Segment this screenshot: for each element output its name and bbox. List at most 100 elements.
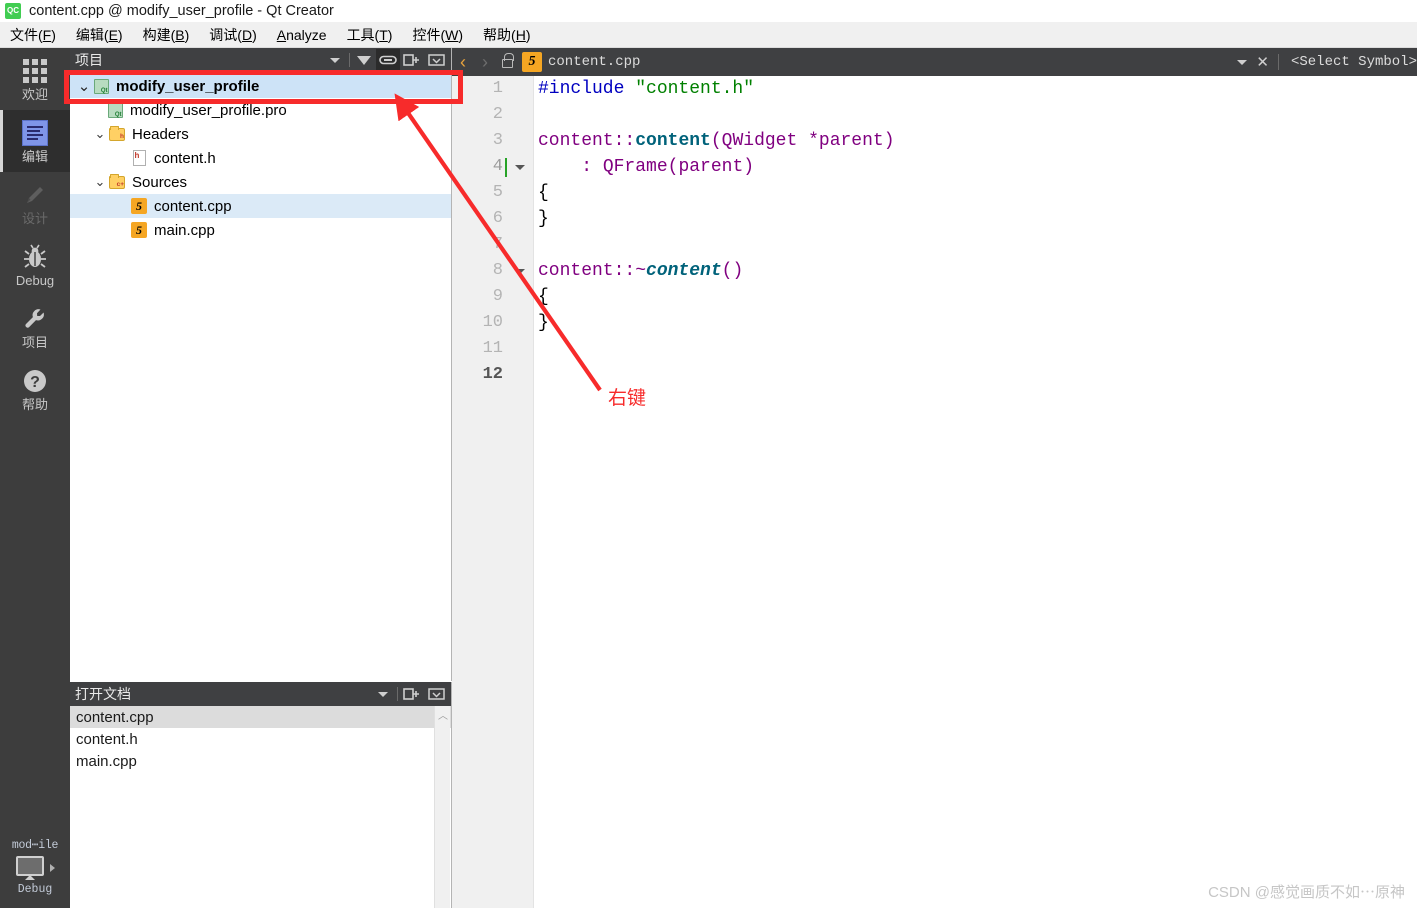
window-title: content.cpp @ modify_user_profile - Qt C… [29,3,334,19]
folder-cpp-icon: c+ [108,173,126,189]
code-token: content [538,261,614,281]
documents-split-button[interactable] [400,683,424,705]
menu-file[interactable]: 文件(F) [0,23,66,47]
expand-chevron-icon[interactable]: ⌄ [76,77,92,95]
menu-tools[interactable]: 工具(T) [337,23,403,47]
mode-projects[interactable]: 项目 [0,296,70,358]
project-panel-title: 项目 [75,52,103,68]
code-token: QFrame [602,157,668,177]
menu-window[interactable]: 控件(W) [402,23,473,47]
unlock-icon [501,53,514,68]
file-dropdown-button[interactable] [1237,59,1248,65]
tree-item-headers[interactable]: ⌄ h Headers [70,122,451,146]
mode-selector-bar: 欢迎 编辑 设计 Debug 项目 ? 帮助 mod⋯ile Debug [0,48,70,908]
line-number: 5 [492,183,503,202]
menu-edit[interactable]: 编辑(E) [66,23,133,47]
document-item-label: main.cpp [76,752,137,770]
expand-chevron-icon[interactable]: ⌄ [92,174,108,190]
tree-item-label: main.cpp [154,221,215,239]
code-line: : QFrame(parent) [538,154,1417,180]
code-line: { [538,284,1417,310]
run-config-project-name: mod⋯ile [11,839,59,852]
tree-item-label: Headers [132,125,189,143]
toolbar-separator [349,53,350,67]
tree-item-label: modify_user_profile.pro [130,101,287,119]
menu-analyze[interactable]: Analyze [267,25,337,45]
run-configuration-selector[interactable]: mod⋯ile Debug [0,837,70,896]
cpp-file-icon: 5 [522,52,542,72]
code-text-area[interactable]: #include "content.h" content::content(QW… [538,76,1417,908]
navigate-back-button[interactable]: ‹ [452,52,474,73]
menu-debug[interactable]: 调试(D) [199,23,266,47]
code-token: ::~ [613,261,647,281]
tree-item-content-cpp[interactable]: 5 content.cpp [70,194,451,218]
tree-item-main-cpp[interactable]: 5 main.cpp [70,218,451,242]
fold-marker-icon[interactable] [515,165,525,170]
document-item-content-cpp[interactable]: content.cpp [70,706,451,728]
code-token: #include [538,79,636,99]
code-token: () [721,261,744,281]
code-editor[interactable]: 1 2 3 4 5 6 7 8 9 10 11 12 #include "con… [452,76,1417,908]
expand-chevron-icon[interactable]: ⌄ [92,126,108,142]
project-filter-button[interactable] [352,49,376,71]
mode-design-label: 设计 [21,211,48,226]
menu-help[interactable]: 帮助(H) [473,23,540,47]
documents-dropdown-button[interactable] [371,683,395,705]
fold-marker-icon[interactable] [515,269,525,274]
code-token: } [538,209,549,229]
code-line: } [538,206,1417,232]
documents-panel-title: 打开文档 [75,686,131,702]
mode-welcome[interactable]: 欢迎 [0,48,70,110]
mode-design[interactable]: 设计 [0,172,70,234]
code-token: content [635,131,711,151]
documents-close-panel-button[interactable] [424,683,448,705]
tree-item-label: modify_user_profile [116,77,260,95]
mode-debug[interactable]: Debug [0,234,70,296]
close-panel-button[interactable] [424,49,448,71]
mode-edit[interactable]: 编辑 [0,110,70,172]
code-token: *parent [808,131,884,151]
document-item-main-cpp[interactable]: main.cpp [70,750,451,772]
menu-build[interactable]: 构建(B) [133,23,200,47]
cpp-file-icon: 5 [130,222,148,238]
cpp-file-icon: 5 [130,198,148,214]
line-number: 7 [492,235,503,254]
document-item-content-h[interactable]: content.h [70,728,451,750]
symbol-selector[interactable]: <Select Symbol> [1279,54,1417,70]
toggle-readonly-button[interactable] [496,53,518,68]
close-editor-button[interactable]: ✕ [1247,53,1278,71]
tree-item-sources[interactable]: ⌄ c+ Sources [70,170,451,194]
close-panel-icon [427,54,445,66]
code-token: content [538,131,614,151]
open-documents-list: content.cpp content.h main.cpp [70,706,451,772]
code-token: QWidget [721,131,809,151]
watermark: CSDN @感觉画质不如⋯原神 [1208,884,1405,901]
mode-help[interactable]: ? 帮助 [0,358,70,420]
code-token: } [538,313,549,333]
text-cursor [505,158,507,177]
chevron-left-icon: ‹ [460,51,466,72]
project-filter-dropdown-button[interactable] [323,49,347,71]
code-line: { [538,180,1417,206]
qt-creator-logo-text: QC [7,6,19,15]
line-number: 9 [492,287,503,306]
chevron-up-icon[interactable]: ︿ [435,706,451,722]
chevron-right-icon: › [482,51,488,72]
split-panel-button[interactable] [400,49,424,71]
navigate-forward-button[interactable]: › [474,52,496,73]
editor-filename: content.cpp [548,54,641,70]
play-arrow-icon [49,864,55,872]
code-token: ( [667,157,679,177]
question-icon: ? [21,367,49,395]
tree-item-content-h[interactable]: h content.h [70,146,451,170]
sync-with-editor-button[interactable] [376,49,400,71]
line-number-text: 8 [492,261,503,280]
tree-item-modify-user-profile[interactable]: ⌄ modify_user_profile [70,74,451,98]
qt-creator-logo-icon: QC [5,3,21,19]
run-config-build-mode: Debug [17,883,53,896]
code-line: #include "content.h" [538,76,1417,102]
tree-item-pro-file[interactable]: modify_user_profile.pro [70,98,451,122]
documents-scrollbar[interactable]: ︿ [434,706,450,908]
